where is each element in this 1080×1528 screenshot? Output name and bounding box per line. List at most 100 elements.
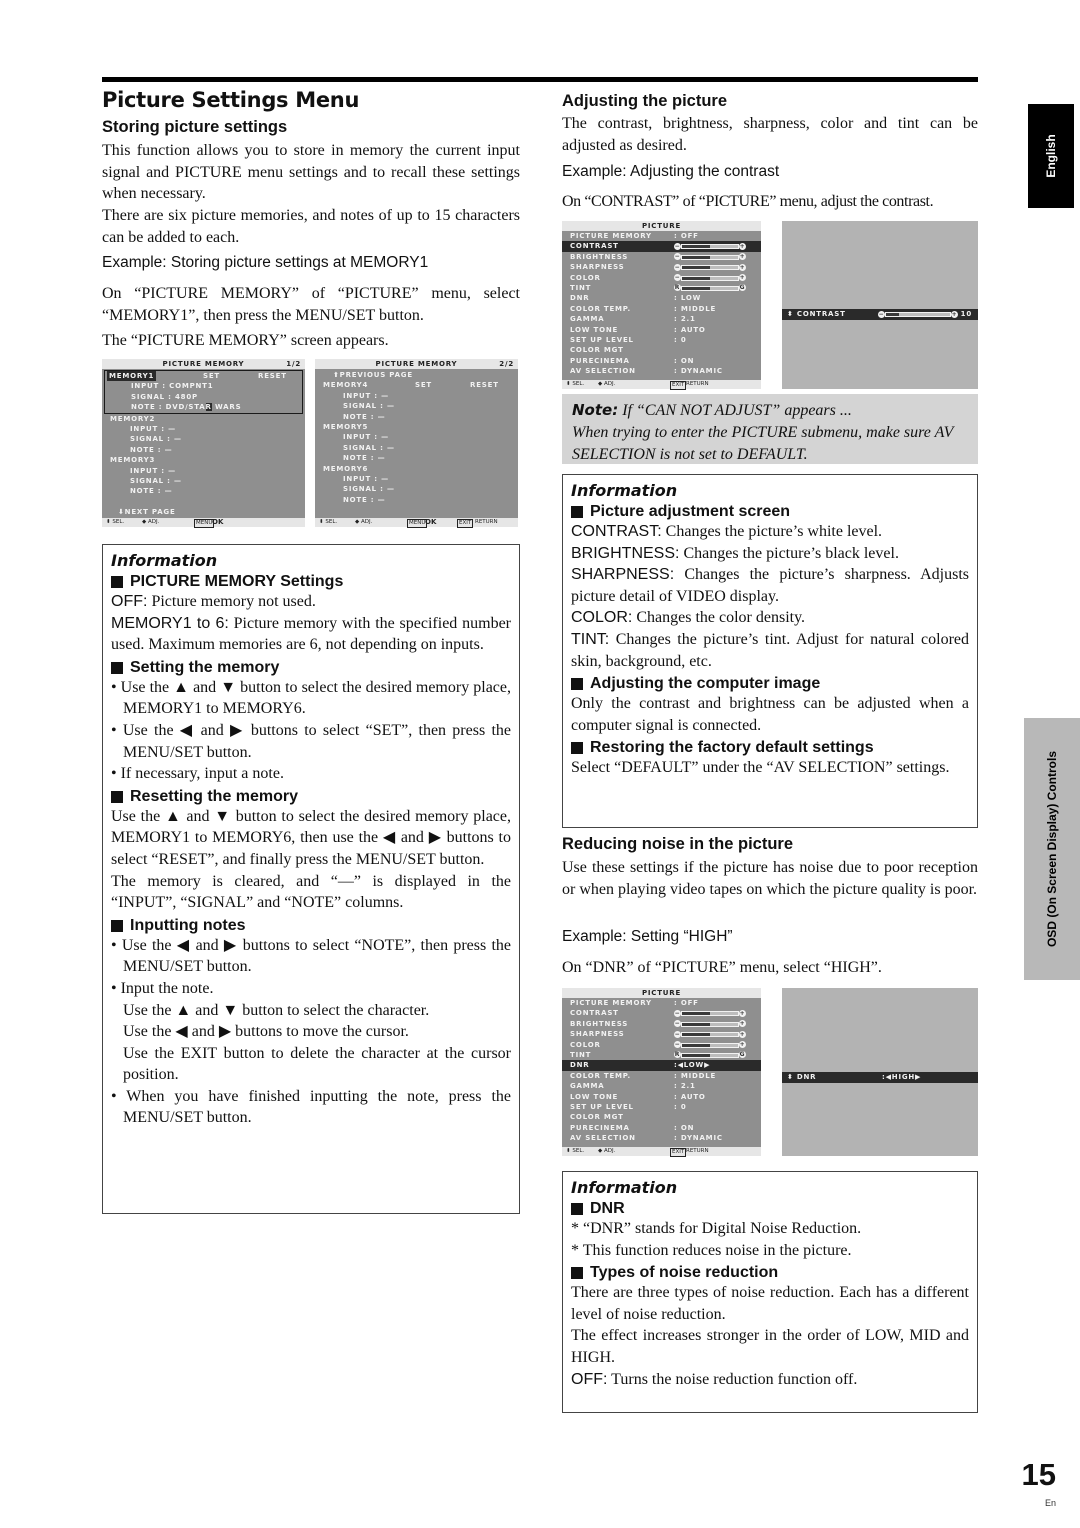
osd-page-indicator: 1/2 [286, 360, 301, 368]
osd-row-set-up-level[interactable]: SET UP LEVEL : 0 [562, 1102, 761, 1112]
storing-example: Example: Storing picture settings at MEM… [102, 254, 429, 271]
minus-icon: − [674, 1030, 681, 1038]
osd-row-brightness[interactable]: BRIGHTNESS − + [562, 252, 761, 262]
info-heading: Types of noise reduction [571, 1264, 969, 1282]
osd-row-purecinema[interactable]: PURECINEMA: ON [562, 356, 761, 366]
page-number: 15 [1021, 1457, 1056, 1492]
tab-osd-controls[interactable]: OSD (On Screen Display) Controls [1024, 718, 1080, 980]
set-option[interactable]: SET [415, 380, 432, 390]
osd-row-dnr[interactable]: DNR:◀LOW▶ [562, 1060, 761, 1071]
adjusting-example: Example: Adjusting the contrast [562, 163, 780, 180]
osd-row-label: LOW TONE [570, 325, 619, 334]
osd-row-gamma[interactable]: GAMMA : 2.1 [562, 314, 761, 324]
set-option[interactable]: SET [203, 371, 220, 381]
osd-row-color[interactable]: COLOR − + [562, 273, 761, 283]
memory-row[interactable]: MEMORY2 [102, 414, 305, 424]
osd-row-color-temp[interactable]: COLOR TEMP.: MIDDLE [562, 304, 761, 314]
bullet-item: • Use the ◀ and ▶ buttons to select “SET… [111, 721, 511, 761]
slider-fill [682, 1033, 710, 1037]
memory-row[interactable]: MEMORY3 [102, 455, 305, 465]
osd-row-color-mgt[interactable]: COLOR MGT [562, 345, 761, 355]
info-heading: Setting the memory [111, 659, 511, 677]
slider[interactable]: − + [674, 253, 746, 261]
osd-row-color-mgt[interactable]: COLOR MGT [562, 1112, 761, 1122]
memory1-block[interactable]: MEMORY1 SET RESET INPUT : COMPNT1 SIGNAL… [104, 370, 303, 414]
info-heading: Adjusting the computer image [571, 675, 969, 693]
slider-fill [682, 255, 710, 259]
osd-row-value: : OFF [674, 999, 699, 1007]
exit-key-icon: EXIT [670, 1148, 687, 1157]
osd-row-label: PICTURE MEMORY [570, 999, 652, 1007]
osd-row-av-selection[interactable]: AV SELECTION: DYNAMIC [562, 366, 761, 376]
contrast-slider[interactable]: − + [878, 310, 958, 318]
plus-icon: + [739, 1009, 746, 1017]
osd-row-low-tone[interactable]: LOW TONE: AUTO [562, 1092, 761, 1102]
osd-row-set-up-level[interactable]: SET UP LEVEL: 0 [562, 335, 761, 345]
osd-row-label: GAMMA [570, 315, 605, 324]
info-paragraph: * This function reduces noise in the pic… [571, 1241, 852, 1259]
dnr-adjust-bar[interactable]: ⬍ DNR :◀HIGH▶ [782, 1072, 978, 1083]
osd-row-gamma[interactable]: GAMMA: 2.1 [562, 1081, 761, 1091]
osd-row-sharpness[interactable]: SHARPNESS − + [562, 1029, 761, 1039]
signal-row: SIGNAL : — [343, 402, 395, 411]
osd-row-sharpness[interactable]: SHARPNESS − + [562, 262, 761, 272]
memory-row[interactable]: MEMORY6 [315, 464, 518, 474]
osd-title: PICTURE MEMORY 2/2 [315, 359, 518, 369]
osd-row-av-selection[interactable]: AV SELECTION: DYNAMIC [562, 1133, 761, 1143]
noise-example: Example: Setting “HIGH” [562, 928, 733, 945]
plus-icon: + [739, 274, 746, 282]
info-title: Information [571, 481, 678, 500]
next-page-link[interactable]: ⬇NEXT PAGE [102, 507, 305, 517]
slider[interactable]: RG [674, 1051, 746, 1059]
osd-row-value: : 0 [674, 1102, 687, 1111]
osd-row-value: : MIDDLE [674, 1071, 717, 1080]
previous-page-link[interactable]: ⬆PREVIOUS PAGE [315, 370, 518, 380]
osd-row-value: : 2.1 [674, 315, 696, 324]
osd-row-value: : AUTO [674, 325, 706, 334]
osd-row-tint[interactable]: TINT R G [562, 1050, 761, 1060]
memory-row[interactable]: MEMORY4 SET RESET [315, 380, 518, 390]
osd-row-picture-memory[interactable]: PICTURE MEMORY: OFF [562, 231, 761, 241]
note-row: NOTE : — [130, 445, 173, 454]
memory-row[interactable]: MEMORY5 [315, 422, 518, 432]
slider[interactable]: − + [674, 1041, 746, 1049]
slider[interactable]: − + [674, 1030, 746, 1038]
osd-row-value: : AUTO [674, 1092, 706, 1101]
reset-option[interactable]: RESET [258, 371, 287, 381]
osd-row-color[interactable]: COLOR − + [562, 1040, 761, 1050]
square-bullet-icon [571, 1203, 583, 1215]
sub-item: Use the EXIT button to delete the charac… [123, 1044, 511, 1084]
osd-row-dnr[interactable]: DNR: LOW [562, 293, 761, 303]
note-row[interactable]: NOTE : DVD/STAR WARS [105, 402, 302, 412]
info-paragraph: Select “DEFAULT” under the “AV SELECTION… [571, 759, 950, 777]
slider[interactable]: RG [674, 284, 746, 292]
info-paragraph: CONTRAST: Changes the picture’s white le… [571, 523, 883, 540]
osd-row-label: AV SELECTION [570, 1134, 636, 1143]
slider[interactable]: − + [674, 1009, 746, 1017]
osd-row-tint[interactable]: TINT R G [562, 283, 761, 293]
info-heading: Restoring the factory default settings [571, 739, 969, 757]
square-bullet-icon [111, 576, 123, 588]
storing-screen-appears: The “PICTURE MEMORY” screen appears. [102, 332, 389, 349]
tab-english[interactable]: English [1028, 104, 1074, 208]
slider[interactable]: − + [674, 263, 746, 271]
osd-row-contrast[interactable]: CONTRAST − + [562, 1008, 761, 1018]
slider-fill [886, 313, 899, 316]
contrast-adjust-bar[interactable]: ⬍ CONTRAST − + 10 [782, 309, 978, 320]
osd-row-purecinema[interactable]: PURECINEMA: ON [562, 1123, 761, 1133]
osd-row-brightness[interactable]: BRIGHTNESS − + [562, 1019, 761, 1029]
osd-row-label: SET UP LEVEL [570, 1102, 634, 1111]
memory-row[interactable]: MEMORY1 SET RESET [105, 371, 302, 382]
slider[interactable]: − + [674, 1020, 746, 1028]
osd-row-low-tone[interactable]: LOW TONE : AUTO [562, 325, 761, 335]
picture-osd-dnr: PICTURE PICTURE MEMORY: OFF CONTRAST − + BRI… [562, 988, 761, 1157]
noise-heading: Reducing noise in the picture [562, 835, 794, 853]
osd-row-color-temp[interactable]: COLOR TEMP.: MIDDLE [562, 1071, 761, 1081]
bullet-item: • Input the note. [111, 979, 214, 997]
slider[interactable]: − + [674, 274, 746, 282]
reset-option[interactable]: RESET [470, 380, 499, 390]
osd-row-picture-memory[interactable]: PICTURE MEMORY : OFF [562, 998, 761, 1008]
slider[interactable]: − + [674, 242, 746, 250]
slider-fill [682, 1053, 710, 1057]
osd-row-contrast[interactable]: CONTRAST − + [562, 241, 761, 252]
